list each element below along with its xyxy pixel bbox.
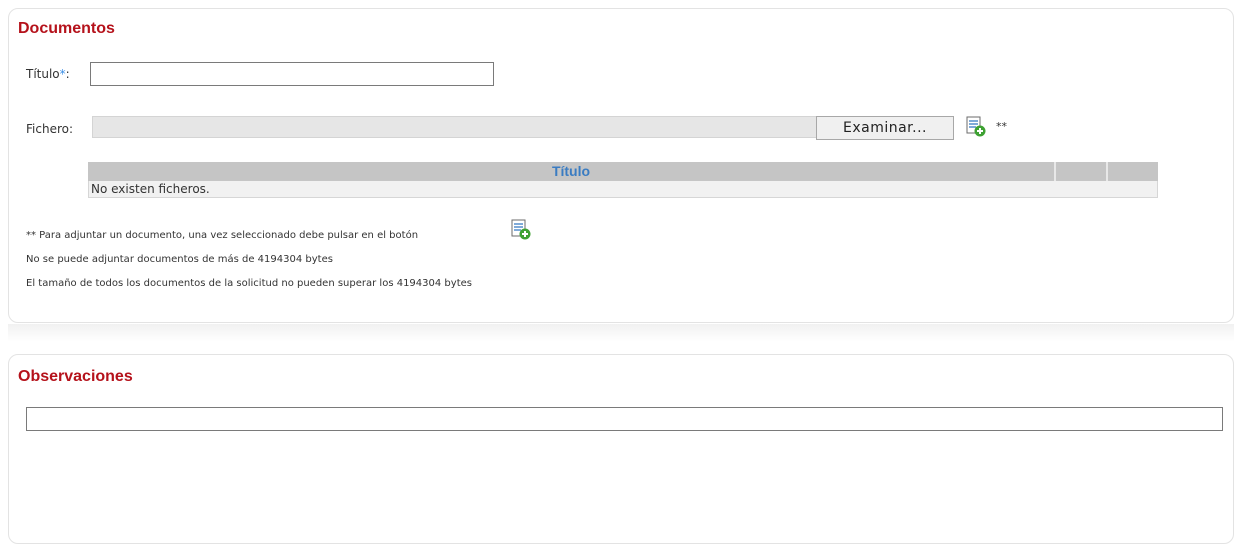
column-header-action-2 (1106, 162, 1158, 181)
total-size-note: El tamaño de todos los documentos de la … (26, 278, 472, 289)
max-size-note: No se puede adjuntar documentos de más d… (26, 254, 333, 265)
add-note-mark: ** (996, 120, 1007, 133)
column-header-titulo: Título (88, 162, 1054, 181)
documentos-title: Documentos (18, 20, 115, 37)
label-colon: : (65, 67, 70, 81)
panel-shadow (8, 324, 1234, 342)
titulo-input[interactable] (90, 62, 494, 86)
attach-note-text: ** Para adjuntar un documento, una vez s… (26, 230, 419, 241)
observaciones-panel (8, 354, 1234, 544)
fichero-label: Fichero: (26, 122, 74, 136)
observaciones-title: Observaciones (18, 368, 133, 385)
titulo-label-text: Título (26, 67, 60, 81)
column-header-action-1 (1054, 162, 1106, 181)
empty-row: No existen ficheros. (88, 181, 1158, 198)
titulo-label: Título*: (26, 67, 70, 81)
observaciones-textarea[interactable] (26, 407, 1223, 431)
examinar-button[interactable]: Examinar... (816, 116, 954, 140)
add-document-icon[interactable] (964, 116, 990, 138)
fichero-path-field[interactable] (92, 116, 817, 138)
files-table: Título No existen ficheros. (88, 162, 1158, 198)
add-document-icon (511, 219, 531, 240)
table-header: Título (88, 162, 1158, 181)
attach-note: ** Para adjuntar un documento, una vez s… (26, 230, 418, 241)
